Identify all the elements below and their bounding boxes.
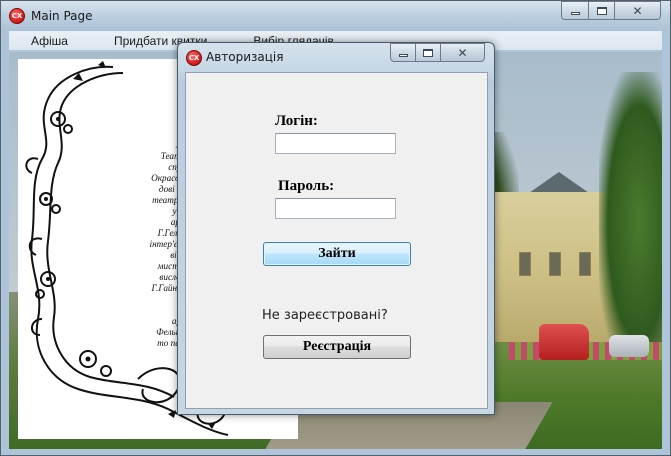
not-registered-label: Не зареєстровані? [262,308,388,323]
maximize-icon [423,48,433,57]
register-button[interactable]: Реєстрація [263,335,411,359]
login-input[interactable] [275,133,396,154]
background-photo-white-car [609,335,649,357]
close-icon: ✕ [632,3,643,18]
login-label: Логін: [275,113,318,129]
main-window-title: Main Page [31,9,93,23]
dialog-content: Логін: Пароль: Зайти Не зареєстровані? Р… [185,72,488,409]
dialog-caption-buttons: ✕ [390,43,485,62]
maximize-button[interactable] [589,1,615,20]
dialog-app-icon[interactable]: CX [186,50,202,66]
background-photo-window [579,252,591,276]
login-button[interactable]: Зайти [263,242,411,266]
minimize-icon [570,12,580,15]
background-photo-window [519,252,531,276]
auth-dialog: CX Авторизація ✕ Логін: Пароль: Зайти Не… [177,42,495,415]
dialog-minimize-button[interactable] [390,43,416,62]
menu-item-afisha[interactable]: Афіша [9,34,68,48]
app-icon[interactable]: CX [9,8,25,24]
dialog-close-button[interactable]: ✕ [441,43,485,62]
background-photo-tree-right [599,72,662,372]
password-input[interactable] [275,198,396,219]
dialog-title: Авторизація [206,50,284,64]
maximize-icon [596,6,607,15]
dialog-maximize-button[interactable] [416,43,441,62]
minimize-icon [398,54,408,57]
background-photo-window [549,252,561,276]
main-caption-buttons: ✕ [561,1,661,20]
minimize-button[interactable] [561,1,589,20]
main-titlebar[interactable]: CX Main Page ✕ [1,1,670,31]
close-icon: ✕ [457,45,468,60]
background-photo-red-car [539,324,589,360]
password-label: Пароль: [278,178,335,194]
close-button[interactable]: ✕ [615,1,661,20]
